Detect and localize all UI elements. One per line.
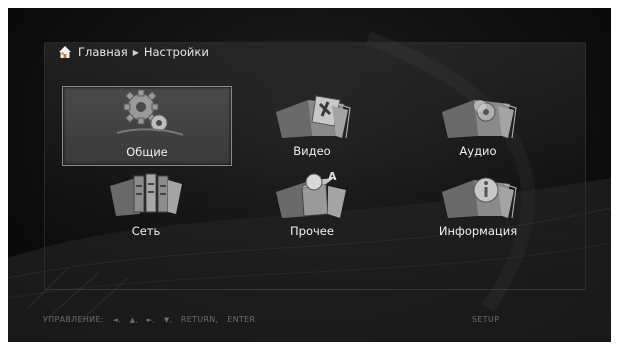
menu-item-misc[interactable]: A Прочее (228, 166, 396, 244)
home-icon[interactable] (58, 45, 72, 59)
breadcrumb-separator-icon: ▶ (132, 47, 139, 57)
svg-text:A: A (328, 170, 337, 183)
menu-item-label: Видео (293, 144, 331, 158)
network-folder-icon (110, 173, 182, 216)
menu-item-label: Сеть (131, 224, 161, 238)
menu-item-video[interactable]: Видео (228, 86, 396, 164)
menu-item-info[interactable]: Информация (394, 166, 562, 244)
audio-folder-icon (442, 100, 517, 139)
gear-icon (116, 89, 184, 136)
controls-hint: УПРАВЛЕНИЕ: ◄, ▲, ►, ▼, RETURN, ENTER (43, 315, 261, 324)
up-key-hint: ▲, (129, 316, 138, 324)
mode-label: SETUP (472, 315, 500, 324)
menu-item-label: Прочее (290, 224, 334, 238)
enter-key-hint: ENTER (227, 315, 256, 324)
menu-item-general[interactable]: Общие (62, 86, 232, 166)
down-key-hint: ▼, (163, 316, 173, 324)
menu-item-label: Общие (126, 145, 168, 159)
breadcrumb-home-link[interactable]: Главная (78, 45, 128, 59)
info-folder-icon (442, 177, 517, 219)
video-folder-icon (276, 95, 351, 139)
controls-label: УПРАВЛЕНИЕ: (43, 315, 104, 324)
breadcrumb: Главная ▶ Настройки (58, 43, 209, 61)
right-key-hint: ►, (146, 316, 155, 324)
menu-item-label: Аудио (459, 144, 497, 158)
left-key-hint: ◄, (112, 316, 121, 324)
return-key-hint: RETURN, (180, 315, 219, 324)
menu-item-label: Информация (438, 224, 518, 238)
menu-item-network[interactable]: Сеть (62, 166, 230, 244)
misc-box-icon: A (276, 170, 346, 218)
menu-item-audio[interactable]: Аудио (394, 86, 562, 164)
breadcrumb-current: Настройки (143, 45, 209, 59)
